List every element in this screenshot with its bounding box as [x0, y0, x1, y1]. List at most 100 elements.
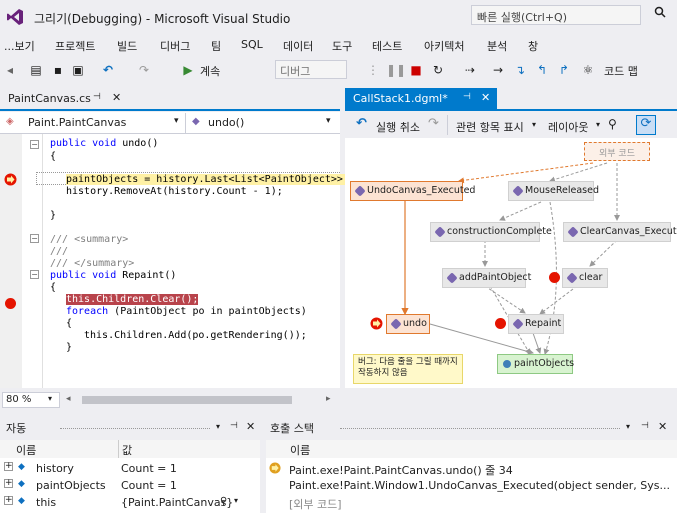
table-row[interactable]: + ◆ history Count = 1 [0, 462, 260, 478]
save-all-icon[interactable]: ▣ [70, 62, 86, 78]
search-icon[interactable] [654, 6, 666, 18]
menu-window[interactable]: 창 [528, 38, 538, 54]
menu-test[interactable]: 테스트 [372, 38, 402, 54]
chevron-down-icon[interactable]: ▾ [48, 394, 52, 403]
chevron-down-icon[interactable]: ▾ [174, 116, 179, 126]
menu-team[interactable]: 팀 [211, 38, 221, 54]
refresh-icon[interactable]: ⟳ [636, 115, 656, 135]
step-into-icon[interactable]: → [490, 62, 506, 78]
chevron-down-icon[interactable]: ▾ [326, 116, 331, 126]
col-value-header[interactable]: 값 [122, 442, 132, 458]
menu-analyze[interactable]: 분석 [487, 38, 507, 54]
node-repaint[interactable]: Repaint [508, 314, 564, 334]
collapse-icon[interactable]: − [30, 270, 39, 279]
col-name-header[interactable]: 이름 [290, 442, 310, 458]
breakpoint-icon[interactable] [5, 298, 16, 309]
tab-paintcanvas[interactable]: PaintCanvas.cs ⊣ ✕ [0, 88, 133, 110]
step-out-icon[interactable]: ↰ [534, 62, 550, 78]
chevron-down-icon[interactable]: ▾ [626, 422, 630, 431]
stop-icon[interactable]: ■ [408, 62, 424, 78]
node-undo[interactable]: undo [386, 314, 430, 334]
col-name-header[interactable]: 이름 [16, 442, 36, 458]
external-code-node[interactable]: 외부 코드 [584, 142, 650, 161]
var-value[interactable]: Count = 1 [121, 479, 177, 492]
pin-icon[interactable]: ⊣ [93, 92, 101, 102]
pin-icon[interactable]: ⊣ [230, 421, 238, 431]
close-icon[interactable]: ✕ [658, 420, 667, 433]
close-icon[interactable]: ✕ [112, 91, 121, 104]
var-value[interactable]: Count = 1 [121, 462, 177, 475]
continue-button[interactable]: 계속 [200, 63, 220, 79]
quick-launch-input[interactable]: 빠른 실행(Ctrl+Q) [471, 5, 641, 25]
type-dropdown[interactable]: Paint.PaintCanvas [28, 116, 126, 129]
comment-note[interactable]: 버그: 다음 줄을 그릴 때까지 작동하지 않음 [353, 354, 463, 384]
step-over-icon[interactable]: ↴ [512, 62, 528, 78]
menu-sql[interactable]: SQL [241, 38, 263, 51]
menu-build[interactable]: 빌드 [117, 38, 137, 54]
close-icon[interactable]: ✕ [246, 420, 255, 433]
show-related-button[interactable]: 관련 항목 표시 [456, 119, 524, 135]
undo-icon[interactable]: ↶ [100, 62, 116, 78]
table-row[interactable]: + ◆ paintObjects Count = 1 [0, 479, 260, 495]
layout-button[interactable]: 레이아웃 [548, 119, 588, 135]
menu-data[interactable]: 데이터 [283, 38, 313, 54]
node-paintobjects[interactable]: paintObjects [497, 354, 574, 374]
chevron-down-icon[interactable]: ▾ [216, 422, 220, 431]
menu-view[interactable]: ...보기 [4, 38, 35, 54]
collapse-icon[interactable]: − [30, 234, 39, 243]
step-icon[interactable]: ↱ [556, 62, 572, 78]
tab-callstack-dgml[interactable]: CallStack1.dgml* ⊣ ✕ [345, 88, 497, 110]
expand-icon[interactable]: + [4, 462, 13, 471]
search-icon[interactable]: ⚲ [220, 496, 227, 507]
save-icon[interactable]: ▪ [50, 62, 66, 78]
collapse-icon[interactable]: − [30, 140, 39, 149]
filter-icon[interactable]: ⚲ [608, 117, 617, 131]
node-clear[interactable]: clear [562, 268, 608, 288]
node-clearcanvas-executed[interactable]: ClearCanvas_Executed [563, 222, 677, 242]
redo-icon[interactable]: ↷ [428, 116, 439, 131]
chevron-down-icon[interactable]: ▾ [596, 120, 600, 129]
stack-frame[interactable]: Paint.exe!Paint.PaintCanvas.undo() 줄 34 [289, 462, 677, 478]
code-line-16: { [66, 318, 73, 329]
close-icon[interactable]: ✕ [481, 91, 490, 104]
scroll-right-icon[interactable]: ▸ [326, 394, 331, 404]
dependency-links [401, 162, 620, 355]
stack-frame[interactable]: [외부 코드] [289, 496, 677, 512]
expand-icon[interactable]: + [4, 496, 13, 505]
restart-icon[interactable]: ↻ [430, 62, 446, 78]
breakpoint-icon[interactable] [549, 272, 560, 283]
menu-tools[interactable]: 도구 [332, 38, 352, 54]
continue-icon[interactable]: ▶ [180, 62, 196, 78]
chevron-down-icon[interactable]: ▾ [234, 496, 238, 505]
member-dropdown[interactable]: undo() [208, 116, 244, 129]
redo-icon[interactable]: ↷ [136, 62, 152, 78]
horizontal-scrollbar-thumb[interactable] [82, 396, 292, 404]
node-mousereleased[interactable]: MouseReleased [508, 181, 599, 201]
expand-icon[interactable]: + [4, 479, 13, 488]
open-file-icon[interactable]: ▤ [28, 62, 44, 78]
code-map-icon[interactable]: ⚛ [580, 62, 596, 78]
col-divider[interactable] [118, 440, 119, 458]
pause-icon[interactable]: ❚❚ [386, 62, 406, 78]
node-addpaintobject[interactable]: addPaintObject [442, 268, 531, 288]
solution-config-select[interactable]: 디버그 [275, 60, 347, 79]
code-map-button[interactable]: 코드 맵 [604, 63, 638, 79]
node-constructioncomplete[interactable]: constructionComplete [430, 222, 552, 242]
stack-frame[interactable]: Paint.exe!Paint.Window1.UndoCanvas_Execu… [289, 479, 677, 495]
undo-button[interactable]: 실행 취소 [376, 119, 420, 135]
breakpoint-icon[interactable] [495, 318, 506, 329]
undo-icon[interactable]: ↶ [356, 116, 367, 131]
pin-icon[interactable]: ⊣ [641, 421, 649, 431]
show-next-statement-icon[interactable]: ⇢ [462, 62, 478, 78]
table-row[interactable]: + ◆ this {Paint.PaintCanvas} ⚲ ▾ [0, 496, 260, 512]
pin-icon[interactable]: ⊣ [463, 92, 471, 102]
field-icon: ◆ [18, 462, 25, 472]
menu-project[interactable]: 프로젝트 [55, 38, 95, 54]
menu-architecture[interactable]: 아키텍처 [424, 38, 464, 54]
menu-debug[interactable]: 디버그 [160, 38, 190, 54]
scroll-left-icon[interactable]: ◂ [66, 394, 71, 404]
nav-back-icon[interactable]: ◂ [2, 62, 18, 78]
chevron-down-icon[interactable]: ▾ [532, 120, 536, 129]
node-undocanvas-executed[interactable]: UndoCanvas_Executed [350, 181, 475, 201]
var-value[interactable]: {Paint.PaintCanvas} [121, 496, 233, 509]
